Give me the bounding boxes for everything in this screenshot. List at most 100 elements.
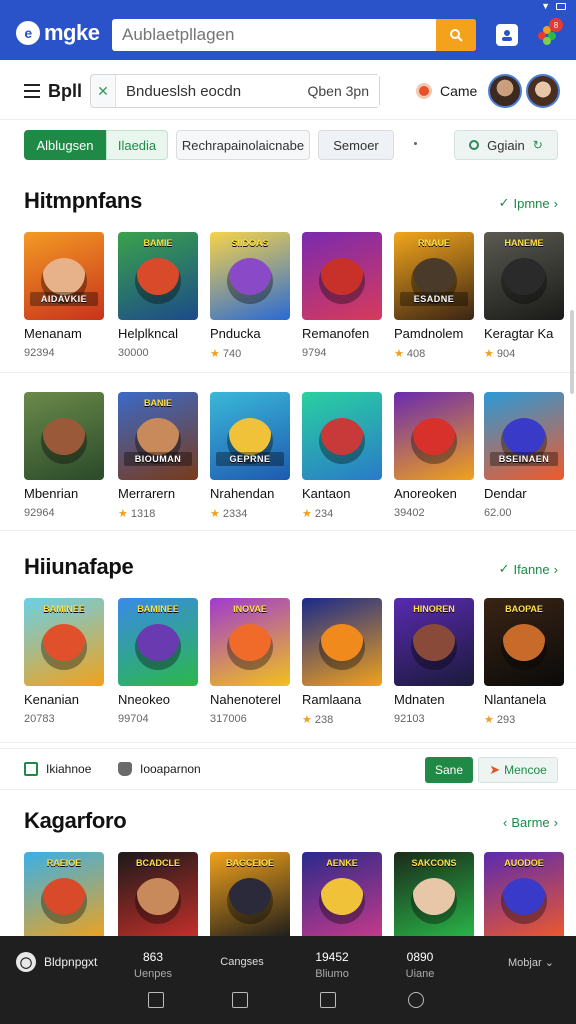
game-thumbnail[interactable]: AENKE — [302, 852, 382, 940]
game-thumbnail[interactable] — [302, 232, 382, 320]
game-thumbnail[interactable] — [302, 392, 382, 480]
game-thumbnail[interactable]: BANIE BIOUMAN — [118, 392, 198, 480]
game-logo-text: BAMINEE — [43, 604, 85, 614]
secondary-search-button[interactable]: Qben 3pn — [308, 83, 370, 99]
game-button[interactable]: Came — [416, 83, 477, 99]
game-card[interactable]: SIIDOAS Pnducka ★ 740 — [210, 232, 290, 360]
scrollbar[interactable] — [570, 310, 574, 394]
section-more-label: Ipmne — [513, 195, 550, 211]
game-card[interactable]: HINOREN Mdnaten 92103 — [394, 598, 474, 725]
chip-filter[interactable]: Rechrapainolaicnabe — [176, 130, 310, 160]
profile-icon: ◯ — [16, 952, 36, 972]
chip-filter[interactable]: Ilaedia — [106, 130, 168, 160]
game-card[interactable]: BAMINEE Kenanian 20783 — [24, 598, 104, 725]
game-card[interactable]: BANIE BIOUMAN Merrarern ★ 1318 — [118, 392, 198, 520]
game-logo-text: RNAUE — [417, 238, 450, 248]
game-title: Keragtar Ka — [484, 326, 554, 341]
game-card[interactable]: INOVAE Nahenoterel 317006 — [210, 598, 290, 725]
stat-value: 863 — [142, 950, 164, 964]
game-thumbnail[interactable]: BAMINEE — [118, 598, 198, 686]
game-card[interactable]: RAEIOE — [24, 852, 104, 940]
game-thumbnail[interactable]: BAMIE — [118, 232, 198, 320]
secondary-search-input[interactable] — [126, 82, 286, 100]
app-logo[interactable]: e mgke — [16, 20, 100, 46]
game-card[interactable]: BCADCLE — [118, 852, 198, 940]
game-card[interactable]: BAOPAE Nlantanela ★ 293 — [484, 598, 564, 726]
game-card[interactable]: AENKE — [302, 852, 382, 940]
game-thumbnail[interactable]: BAGCEIOE — [210, 852, 290, 940]
game-title: Mbenrian — [24, 486, 79, 501]
game-card[interactable]: BAMINEE Nneokeo 99704 — [118, 598, 198, 725]
more-button[interactable]: ➤ Mencoe — [478, 757, 558, 783]
bookmark-icon[interactable] — [320, 992, 336, 1008]
close-icon[interactable]: ✕ — [91, 83, 115, 100]
game-meta-value: 92103 — [394, 713, 425, 725]
game-card[interactable]: RNAUE ESADNE Pamdnolem ★ 408 — [394, 232, 474, 360]
game-thumbnail[interactable] — [302, 598, 382, 686]
chip-filter-sign-in[interactable]: Ggiain ↻ — [454, 130, 558, 160]
star-icon: ★ — [210, 508, 220, 520]
secondary-search[interactable]: ✕ Qben 3pn — [90, 74, 380, 108]
game-thumbnail[interactable]: AUODOE — [484, 852, 564, 940]
game-title: Ramlaana — [302, 692, 362, 707]
info-item[interactable]: Iooaparnon — [118, 762, 201, 776]
game-card[interactable]: SAKCONS — [394, 852, 474, 940]
game-card[interactable]: BAGCEIOE — [210, 852, 290, 940]
logo-mark-icon: e — [16, 21, 40, 45]
chip-filter[interactable]: Semoer — [318, 130, 394, 160]
game-thumbnail[interactable]: INOVAE — [210, 598, 290, 686]
stat-item[interactable]: Cangses — [210, 956, 274, 968]
game-thumbnail[interactable] — [24, 392, 104, 480]
info-item[interactable]: Ikiahnoe — [24, 762, 91, 776]
game-thumbnail[interactable]: RNAUE ESADNE — [394, 232, 474, 320]
top-search-button[interactable] — [436, 19, 476, 51]
stat-item[interactable]: 0890 Uiane — [394, 950, 446, 980]
top-search-bar[interactable] — [112, 19, 476, 51]
game-thumbnail[interactable]: BAOPAE — [484, 598, 564, 686]
account-icon[interactable] — [496, 24, 518, 46]
avatar[interactable] — [488, 74, 522, 108]
game-card[interactable]: BAMIE Helplkncal 30000 — [118, 232, 198, 359]
game-meta: ★ 2334 — [210, 507, 290, 521]
game-thumbnail[interactable]: BSEINAEN — [484, 392, 564, 480]
stat-item[interactable]: 19452 Bliumo — [306, 950, 358, 980]
avatar[interactable] — [526, 74, 560, 108]
game-card[interactable]: Remanofen 9794 — [302, 232, 382, 359]
menu-icon[interactable] — [24, 84, 40, 98]
game-thumbnail[interactable]: HINOREN — [394, 598, 474, 686]
game-thumbnail[interactable]: SAKCONS — [394, 852, 474, 940]
gift-icon[interactable] — [232, 992, 248, 1008]
notifications-icon[interactable]: 8 — [536, 18, 563, 46]
chip-filter[interactable]: Alblugsen — [24, 130, 106, 160]
game-thumbnail[interactable]: GEPRNE — [210, 392, 290, 480]
game-meta: ★ 293 — [484, 713, 564, 727]
game-card[interactable]: Ramlaana ★ 238 — [302, 598, 382, 726]
stat-item[interactable]: 863 Uenpes — [128, 950, 178, 980]
grid-icon[interactable] — [148, 992, 164, 1008]
save-button[interactable]: Sane — [425, 757, 473, 783]
game-thumbnail[interactable]: RAEIOE — [24, 852, 104, 940]
game-thumbnail[interactable]: AIDAVKIE — [24, 232, 104, 320]
top-search-input[interactable] — [112, 25, 436, 45]
mobile-dropdown[interactable]: Mobjar ⌄ — [508, 956, 554, 969]
game-card[interactable]: HANEME Keragtar Ka ★ 904 — [484, 232, 564, 360]
game-thumbnail[interactable]: BCADCLE — [118, 852, 198, 940]
game-card[interactable]: GEPRNE Nrahendan ★ 2334 — [210, 392, 290, 520]
profile-button[interactable]: ◯ Bldpnpgxt — [16, 952, 97, 972]
game-card[interactable]: Mbenrian 92964 — [24, 392, 104, 519]
stat-value: 0890 — [406, 950, 434, 964]
game-thumbnail[interactable]: HANEME — [484, 232, 564, 320]
game-card[interactable]: Kantaon ★ 234 — [302, 392, 382, 520]
section-more-link[interactable]: ‹ Barme › — [503, 815, 558, 830]
game-card[interactable]: Anoreoken 39402 — [394, 392, 474, 519]
game-thumbnail[interactable]: SIIDOAS — [210, 232, 290, 320]
game-card[interactable]: AUODOE — [484, 852, 564, 940]
game-thumbnail[interactable]: BAMINEE — [24, 598, 104, 686]
game-card[interactable]: BSEINAEN Dendar 62.00 — [484, 392, 564, 519]
game-thumbnail[interactable] — [394, 392, 474, 480]
section-more-link[interactable]: ✓ Ipmne › — [499, 195, 558, 211]
game-card[interactable]: AIDAVKIE Menanam 92394 — [24, 232, 104, 359]
game-character-art — [135, 258, 181, 305]
search-nav-icon[interactable] — [408, 992, 424, 1008]
section-more-link[interactable]: ✓ Ifanne › — [499, 561, 558, 577]
